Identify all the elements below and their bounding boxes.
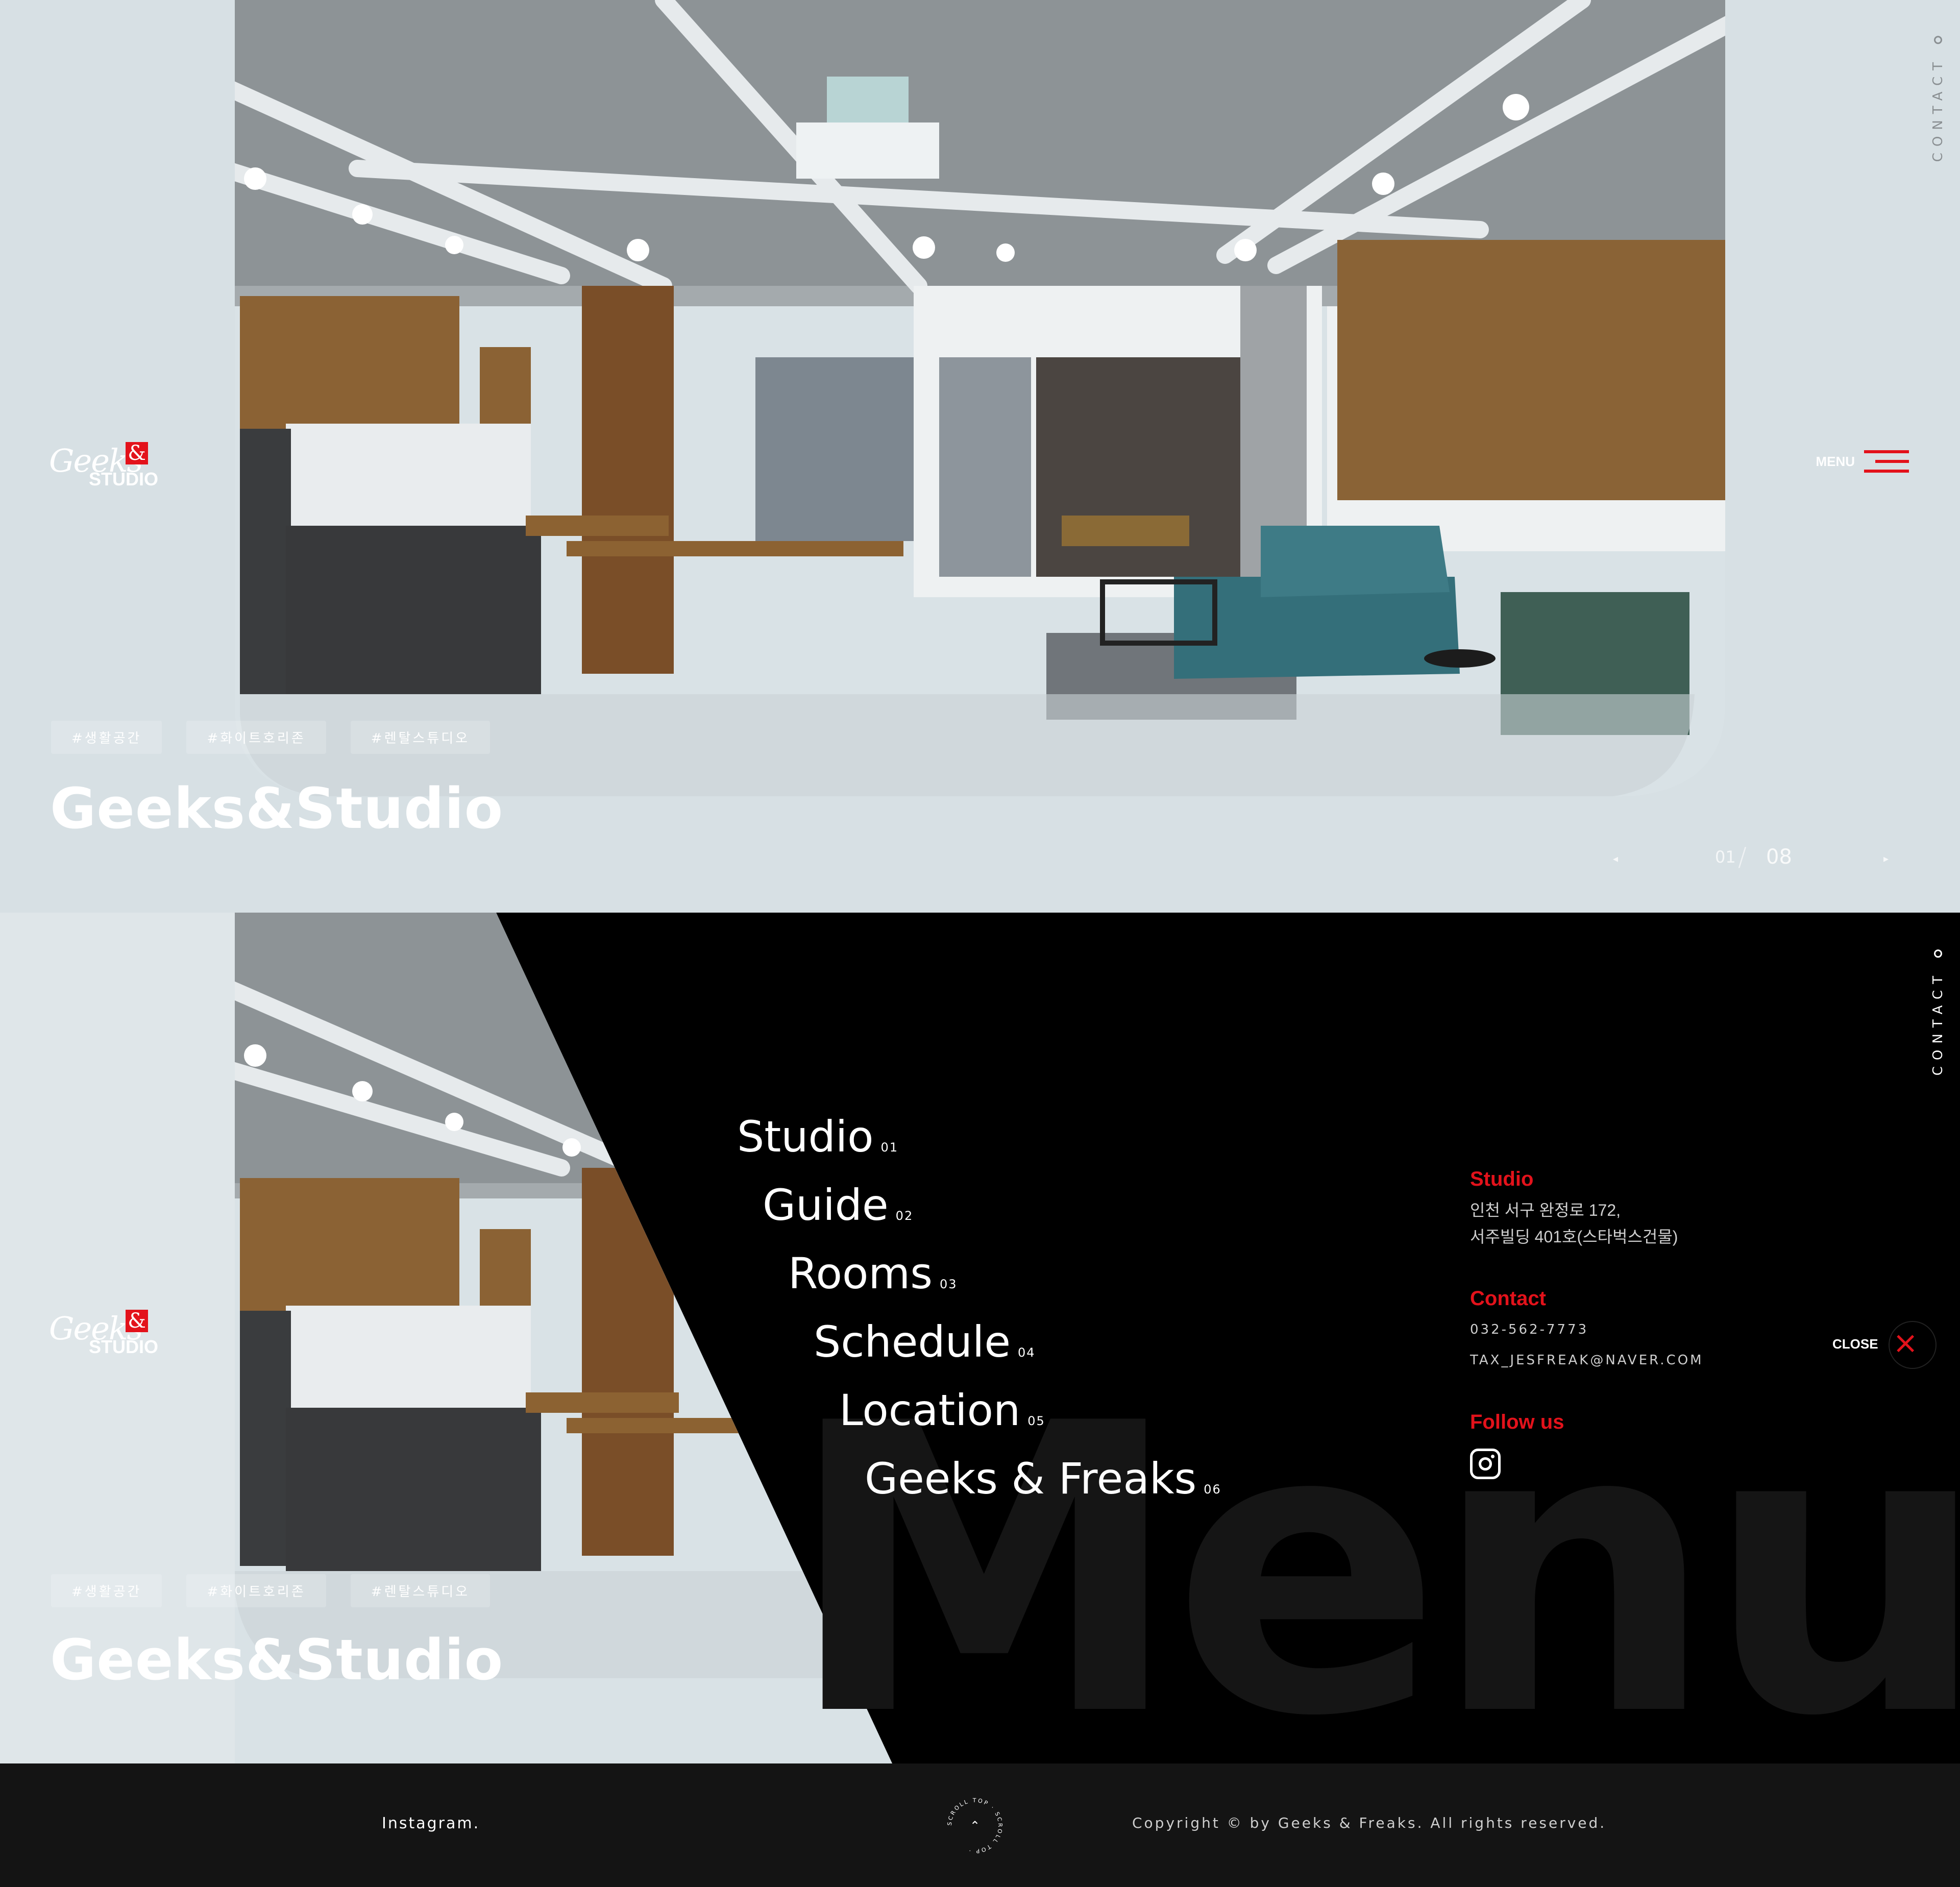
menu-button-label: MENU (1816, 453, 1855, 469)
nav-item-label: Location (839, 1385, 1021, 1435)
side-contact-label: CONTACT (1930, 970, 1946, 1076)
instagram-icon[interactable] (1470, 1449, 1501, 1479)
hero-tag[interactable]: #렌탈스튜디오 (350, 1574, 491, 1607)
contact-heading: Contact (1470, 1287, 1546, 1310)
copyright-text: Copyright © by Geeks & Freaks. All right… (1132, 1815, 1607, 1831)
nav-item-number: 03 (939, 1277, 958, 1291)
email-link[interactable]: TAX_JESFREAK@NAVER.COM (1470, 1345, 1704, 1376)
prev-slide-button[interactable]: ◂ (1613, 852, 1618, 865)
menu-overlay: Geeks & STUDIO #생활공간 #화이트호리존 #렌탈스튜디오 Gee… (0, 913, 1960, 1763)
nav-item-number: 05 (1027, 1414, 1045, 1428)
nav-item-geeks-freaks[interactable]: Geeks & Freaks 06 (865, 1454, 1221, 1504)
close-icon: × (1893, 1325, 1919, 1361)
nav-item-guide[interactable]: Guide 02 (763, 1180, 913, 1230)
footer-instagram-link[interactable]: Instagram. (382, 1815, 480, 1832)
nav-item-label: Guide (763, 1180, 889, 1230)
hero-tag[interactable]: #화이트호리존 (186, 721, 326, 754)
scroll-top-button[interactable]: SCROLL TOP · SCROLL TOP · ⌃ (944, 1795, 1006, 1856)
side-contact-link[interactable]: CONTACT (1930, 949, 1946, 1075)
current-slide-number: 01 (1715, 847, 1736, 867)
phone-link[interactable]: 032-562-7773 (1470, 1314, 1704, 1345)
logo[interactable]: Geeks & STUDIO (49, 438, 159, 494)
menu-button[interactable]: MENU (1816, 450, 1909, 473)
logo[interactable]: Geeks & STUDIO (49, 1306, 159, 1362)
close-menu-button[interactable]: CLOSE × (1832, 1321, 1937, 1372)
hero-tag[interactable]: #생활공간 (51, 721, 162, 754)
nav-item-label: Rooms (788, 1248, 933, 1298)
footer: Instagram. SCROLL TOP · SCROLL TOP · ⌃ C… (0, 1763, 1960, 1887)
logo-ampersand: & (126, 442, 148, 464)
nav-item-number: 04 (1018, 1345, 1036, 1360)
nav-item-label: Schedule (814, 1317, 1011, 1367)
nav-item-number: 06 (1204, 1482, 1221, 1497)
hero-slider: Geeks & STUDIO CONTACT MENU #생활공간 #화이트호리… (0, 0, 1960, 913)
logo-ampersand: & (126, 1310, 148, 1332)
hero-title: Geeks&Studio (50, 1627, 504, 1693)
studio-info: Studio 인천 서구 완정로 172, 서주빌딩 401호(스타벅스건물) (1470, 1168, 1678, 1250)
close-label: CLOSE (1832, 1336, 1878, 1352)
nav-item-number: 01 (880, 1140, 899, 1155)
nav-item-rooms[interactable]: Rooms 03 (788, 1248, 958, 1298)
nav-item-number: 02 (895, 1209, 914, 1223)
circle-icon (1934, 36, 1942, 44)
hero-tag[interactable]: #렌탈스튜디오 (350, 721, 491, 754)
total-slide-number: 08 (1766, 845, 1792, 869)
circle-icon (1934, 949, 1942, 958)
nav-item-studio[interactable]: Studio 01 (737, 1112, 898, 1162)
scroll-top-badge: SCROLL TOP · SCROLL TOP · ⌃ (946, 1797, 1002, 1854)
pager-divider: / (1738, 842, 1747, 872)
follow-heading: Follow us (1470, 1411, 1564, 1433)
logo-studio: STUDIO (89, 1336, 159, 1357)
next-slide-button[interactable]: ▸ (1883, 852, 1889, 865)
hero-tag[interactable]: #화이트호리존 (186, 1574, 326, 1607)
side-contact-link[interactable]: CONTACT (1930, 36, 1946, 162)
contact-info: Contact 032-562-7773 TAX_JESFREAK@NAVER.… (1470, 1287, 1704, 1376)
nav-item-label: Studio (737, 1112, 874, 1162)
nav-item-location[interactable]: Location 05 (839, 1385, 1045, 1435)
studio-heading: Studio (1470, 1168, 1534, 1190)
studio-address-line: 인천 서구 완정로 172, (1470, 1201, 1621, 1219)
nav-item-label: Geeks & Freaks (865, 1454, 1197, 1504)
hero-tags: #생활공간 #화이트호리존 #렌탈스튜디오 (51, 721, 491, 754)
chevron-up-icon: ⌃ (970, 1819, 980, 1833)
logo-studio: STUDIO (89, 469, 159, 489)
hamburger-icon (1864, 450, 1909, 473)
studio-address-line: 서주빌딩 401호(스타벅스건물) (1470, 1228, 1678, 1246)
hero-title: Geeks&Studio (50, 776, 504, 841)
follow-info: Follow us (1470, 1411, 1564, 1434)
side-contact-label: CONTACT (1930, 56, 1946, 162)
nav-item-schedule[interactable]: Schedule 04 (814, 1317, 1036, 1367)
hero-tags: #생활공간 #화이트호리존 #렌탈스튜디오 (51, 1574, 491, 1607)
hero-tag[interactable]: #생활공간 (51, 1574, 162, 1607)
slide-pager: ◂ 01 / 08 ▸ (1613, 842, 1889, 873)
